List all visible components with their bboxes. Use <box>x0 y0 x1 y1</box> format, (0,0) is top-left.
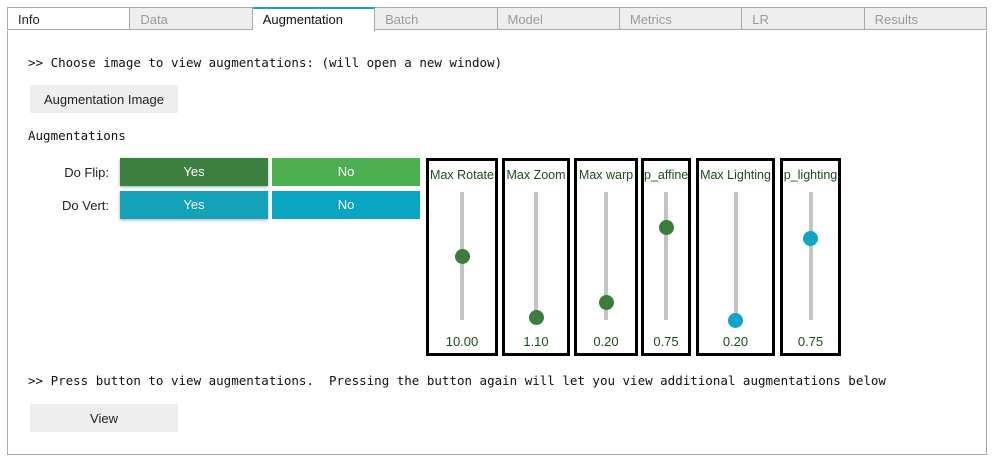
slider-thumb[interactable] <box>528 309 544 325</box>
tab-model[interactable]: Model <box>497 7 620 30</box>
augmentations-heading: Augmentations <box>28 128 126 143</box>
slider-title: p_lighting <box>783 168 838 182</box>
choose-image-instruction: >> Choose image to view augmentations: (… <box>28 55 503 70</box>
slider-value: 1.10 <box>523 334 549 349</box>
slider-thumb[interactable] <box>658 220 674 236</box>
slider-track[interactable] <box>664 192 668 320</box>
max-rotate-slider[interactable]: Max Rotate 10.00 <box>426 158 498 356</box>
p-lighting-slider[interactable]: p_lighting 0.75 <box>780 158 841 356</box>
do-vert-label: Do Vert: <box>62 198 109 213</box>
slider-title: Max Zoom <box>506 168 566 182</box>
tab-metrics[interactable]: Metrics <box>619 7 743 30</box>
max-lighting-slider[interactable]: Max Lighting 0.20 <box>696 158 775 356</box>
slider-title: Max Lighting <box>700 168 771 182</box>
slider-value: 0.75 <box>797 334 824 349</box>
do-flip-label: Do Flip: <box>64 165 109 180</box>
do-vert-no-button[interactable]: No <box>272 191 420 219</box>
slider-title: p_affine <box>644 168 688 182</box>
max-zoom-slider[interactable]: Max Zoom 1.10 <box>502 158 570 356</box>
do-flip-yes-button[interactable]: Yes <box>120 158 268 186</box>
slider-value: 0.20 <box>593 334 619 349</box>
tab-batch[interactable]: Batch <box>375 7 498 30</box>
slider-track[interactable] <box>808 192 813 320</box>
tab-results[interactable]: Results <box>864 7 987 30</box>
slider-thumb[interactable] <box>803 230 818 246</box>
slider-thumb[interactable] <box>598 294 614 310</box>
tab-info[interactable]: Info <box>7 7 131 30</box>
augmentation-image-button[interactable]: Augmentation Image <box>30 85 178 113</box>
slider-title: Max warp <box>578 168 634 182</box>
p-affine-slider[interactable]: p_affine 0.75 <box>641 158 691 356</box>
tab-data[interactable]: Data <box>130 7 253 30</box>
slider-value: 0.75 <box>653 334 679 349</box>
slider-title: Max Rotate <box>430 168 494 182</box>
do-vert-yes-button[interactable]: Yes <box>120 191 268 219</box>
slider-value: 0.20 <box>722 334 749 349</box>
slider-value: 10.00 <box>445 334 479 349</box>
tab-augmentation[interactable]: Augmentation <box>252 7 376 32</box>
slider-track[interactable] <box>534 192 538 320</box>
tab-lr[interactable]: LR <box>742 7 865 30</box>
press-button-instruction: >> Press button to view augmentations. P… <box>28 373 886 388</box>
tab-bar: Info Data Augmentation Batch Model Metri… <box>7 7 987 32</box>
view-button[interactable]: View <box>30 404 178 432</box>
max-warp-slider[interactable]: Max warp 0.20 <box>574 158 638 356</box>
slider-track[interactable] <box>733 192 738 320</box>
slider-thumb[interactable] <box>454 248 470 264</box>
do-flip-no-button[interactable]: No <box>272 158 420 186</box>
slider-thumb[interactable] <box>728 312 743 328</box>
